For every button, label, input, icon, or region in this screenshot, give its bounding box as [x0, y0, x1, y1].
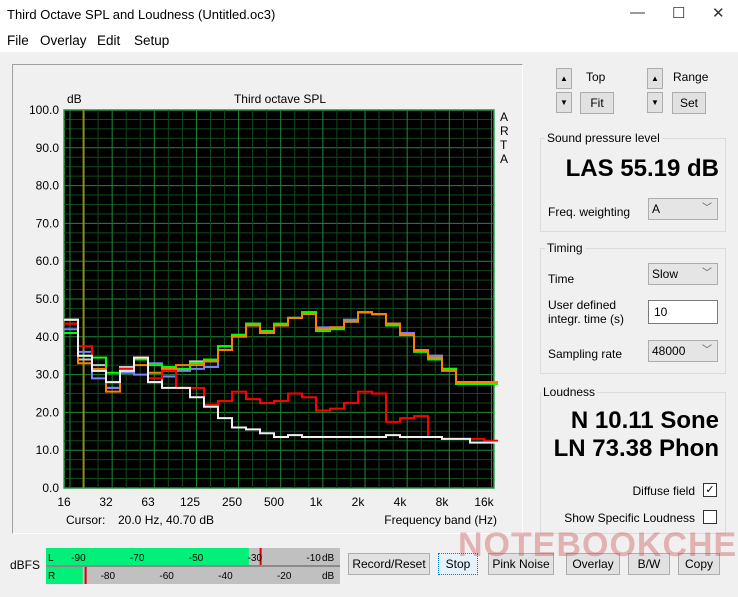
integr-time-input[interactable]: 10 — [648, 300, 718, 324]
top-down-button[interactable]: ▼ — [556, 92, 572, 113]
meter-l-tick: -70 — [130, 553, 145, 564]
freq-weighting-select[interactable]: A ﹀ — [648, 198, 718, 220]
meter-r-tick: -40 — [218, 571, 233, 582]
spl-group: Sound pressure level LAS 55.19 dB Freq. … — [540, 131, 726, 232]
sampling-rate-label: Sampling rate — [548, 347, 623, 361]
menu-edit[interactable]: Edit — [97, 33, 120, 48]
checkmark-icon: ✓ — [705, 484, 715, 496]
menu-overlay[interactable]: Overlay — [40, 33, 87, 48]
diffuse-field-checkbox[interactable]: ✓ — [703, 483, 717, 497]
bw-button[interactable]: B/W — [628, 553, 670, 575]
diffuse-field-label: Diffuse field — [632, 484, 695, 498]
window-title: Third Octave SPL and Loudness (Untitled.… — [7, 7, 276, 22]
set-button[interactable]: Set — [672, 92, 706, 114]
dbfs-label: dBFS — [10, 558, 41, 572]
integr-label-line1: User defined — [548, 298, 617, 312]
meter-l-label: L — [48, 553, 54, 564]
range-label: Range — [673, 70, 709, 84]
loudness-group: Loudness N 10.11 Sone LN 73.38 Phon Diff… — [540, 385, 726, 534]
meter-r-tick: -20 — [277, 571, 292, 582]
close-button[interactable]: ✕ — [712, 4, 725, 22]
show-specific-loudness-checkbox[interactable] — [703, 510, 717, 524]
timing-group-label: Timing — [545, 241, 585, 255]
minimize-button[interactable]: — — [630, 4, 645, 21]
range-up-button[interactable]: ▲ — [647, 68, 663, 89]
meter-l-tick: -10 — [306, 553, 321, 564]
meter-r-tick: -80 — [101, 571, 116, 582]
title-bar: Third Octave SPL and Loudness (Untitled.… — [0, 0, 738, 30]
menu-bar: File Overlay Edit Setup — [0, 30, 738, 52]
pink-noise-button[interactable]: Pink Noise — [488, 553, 554, 575]
overlay-button[interactable]: Overlay — [566, 553, 620, 575]
freq-weighting-value: A — [652, 202, 661, 216]
loudness-group-label: Loudness — [541, 385, 598, 399]
meter-l-tick: -90 — [71, 553, 86, 564]
sampling-rate-value: 48000 — [652, 344, 686, 358]
menu-file[interactable]: File — [7, 33, 29, 48]
chevron-down-icon: ﹀ — [702, 268, 712, 279]
meter-r-unit: dB — [322, 571, 335, 582]
time-select[interactable]: Slow ﹀ — [648, 263, 718, 285]
menu-setup[interactable]: Setup — [134, 33, 169, 48]
fit-button[interactable]: Fit — [580, 92, 614, 114]
freq-weighting-label: Freq. weighting — [548, 205, 631, 219]
chevron-down-icon: ﹀ — [702, 345, 712, 356]
loudness-sone-value: N 10.11 Sone — [570, 407, 719, 434]
top-label: Top — [586, 70, 606, 84]
time-value: Slow — [652, 267, 679, 281]
stop-button[interactable]: Stop — [438, 553, 478, 575]
chevron-down-icon: ﹀ — [702, 203, 712, 214]
record-reset-button[interactable]: Record/Reset — [348, 553, 430, 575]
level-meter: L R dB dB -90 -70 -50 -30 -10 -80 -60 -40 -20 — [46, 548, 340, 584]
meter-r-tick: -60 — [159, 571, 174, 582]
range-down-button[interactable]: ▼ — [647, 92, 663, 113]
sampling-rate-select[interactable]: 48000 ﹀ — [648, 340, 718, 362]
integr-label-line2: integr. time (s) — [548, 312, 625, 326]
chart-frame — [12, 64, 523, 534]
meter-l-tick: -50 — [189, 553, 204, 564]
spl-value: LAS 55.19 dB — [565, 155, 719, 182]
time-label: Time — [548, 272, 575, 286]
meter-r-label: R — [48, 571, 55, 582]
loudness-phon-value: LN 73.38 Phon — [553, 435, 719, 462]
top-up-button[interactable]: ▲ — [556, 68, 572, 89]
show-specific-loudness-label: Show Specific Loudness — [564, 511, 695, 525]
spl-group-label: Sound pressure level — [545, 131, 662, 145]
meter-l-unit: dB — [322, 553, 335, 564]
maximize-button[interactable]: ☐ — [672, 4, 685, 22]
timing-group: Timing Time Slow ﹀ User defined integr. t… — [540, 241, 726, 374]
meter-l-tick: -30 — [248, 553, 263, 564]
copy-button[interactable]: Copy — [678, 553, 720, 575]
